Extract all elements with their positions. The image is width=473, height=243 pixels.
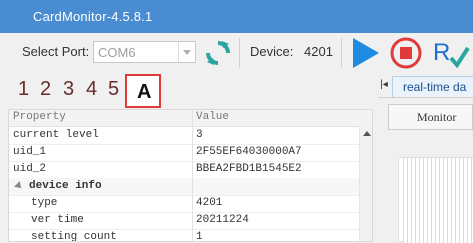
tab-real-time-data[interactable]: real-time da (392, 76, 473, 97)
tab-scroll-left-icon[interactable]: |◂ (378, 79, 390, 90)
property-name: uid_1 (13, 146, 47, 158)
category-name: device info (29, 180, 102, 192)
grid-row[interactable]: uid_2 BBEA2FBD1B1545E2 (9, 161, 359, 179)
column-header-value: Value (196, 111, 230, 123)
port-select[interactable]: COM6 (93, 41, 196, 63)
title-bar: CardMonitor-4.5.8.1 (0, 0, 473, 33)
svg-text:R: R (433, 39, 450, 66)
property-name: type (31, 197, 58, 209)
scroll-up-arrow-icon[interactable] (363, 131, 371, 136)
monitor-button-label: Monitor (417, 110, 457, 124)
stop-icon[interactable] (389, 36, 423, 70)
property-value[interactable]: 1 (196, 231, 203, 241)
tab-a-label: A (137, 81, 152, 103)
column-header-property: Property (13, 111, 66, 123)
property-value[interactable]: 20211224 (196, 214, 249, 226)
property-value[interactable]: BBEA2FBD1B1545E2 (196, 163, 302, 175)
monitor-display (398, 157, 473, 243)
tab-a[interactable]: A (125, 74, 161, 108)
tab-5[interactable]: 5 (108, 78, 119, 101)
window-title: CardMonitor-4.5.8.1 (33, 9, 153, 24)
grid-row[interactable]: type 4201 (9, 195, 359, 213)
property-value[interactable]: 3 (196, 129, 203, 141)
monitor-button[interactable]: Monitor (388, 104, 473, 130)
tab-3[interactable]: 3 (63, 78, 74, 101)
property-grid: Property Value current level 3 uid_1 2F5… (8, 109, 373, 242)
column-divider (192, 110, 193, 241)
toolbar-divider (239, 38, 240, 68)
property-value[interactable]: 2F55EF64030000A7 (196, 146, 302, 158)
device-value: 4201 (304, 44, 333, 59)
play-icon[interactable] (349, 36, 381, 70)
grid-row[interactable]: current level 3 (9, 127, 359, 145)
grid-row[interactable]: ver time 20211224 (9, 212, 359, 230)
chevron-down-icon[interactable] (178, 42, 195, 62)
grid-row[interactable]: setting count 1 (9, 229, 359, 242)
device-label: Device: (250, 44, 294, 59)
grid-row[interactable]: uid_1 2F55EF64030000A7 (9, 144, 359, 162)
vertical-scrollbar[interactable] (359, 126, 372, 241)
property-name: ver time (31, 214, 84, 226)
tab-real-time-data-label: real-time da (403, 80, 467, 94)
grid-header: Property Value (9, 110, 372, 127)
tab-2[interactable]: 2 (40, 78, 51, 101)
port-select-value: COM6 (98, 45, 136, 60)
toolbar-divider (341, 38, 342, 68)
grid-category-row[interactable]: device info (9, 178, 359, 196)
toolbar: Select Port: COM6 Device: 4201 R (0, 33, 473, 73)
property-name: current level (13, 129, 99, 141)
verify-icon[interactable]: R (432, 36, 473, 70)
right-panel: |◂ real-time da Monitor (378, 73, 473, 243)
refresh-icon[interactable] (203, 38, 233, 68)
tab-4[interactable]: 4 (86, 78, 97, 101)
right-tab-strip: |◂ real-time da (378, 75, 473, 98)
collapse-triangle-icon[interactable] (14, 181, 24, 191)
property-name: setting count (31, 231, 117, 242)
property-name: uid_2 (13, 163, 47, 175)
tab-1[interactable]: 1 (18, 78, 29, 101)
property-value[interactable]: 4201 (196, 197, 222, 209)
select-port-label: Select Port: (22, 44, 90, 59)
monitor-graph-lines (403, 158, 473, 243)
